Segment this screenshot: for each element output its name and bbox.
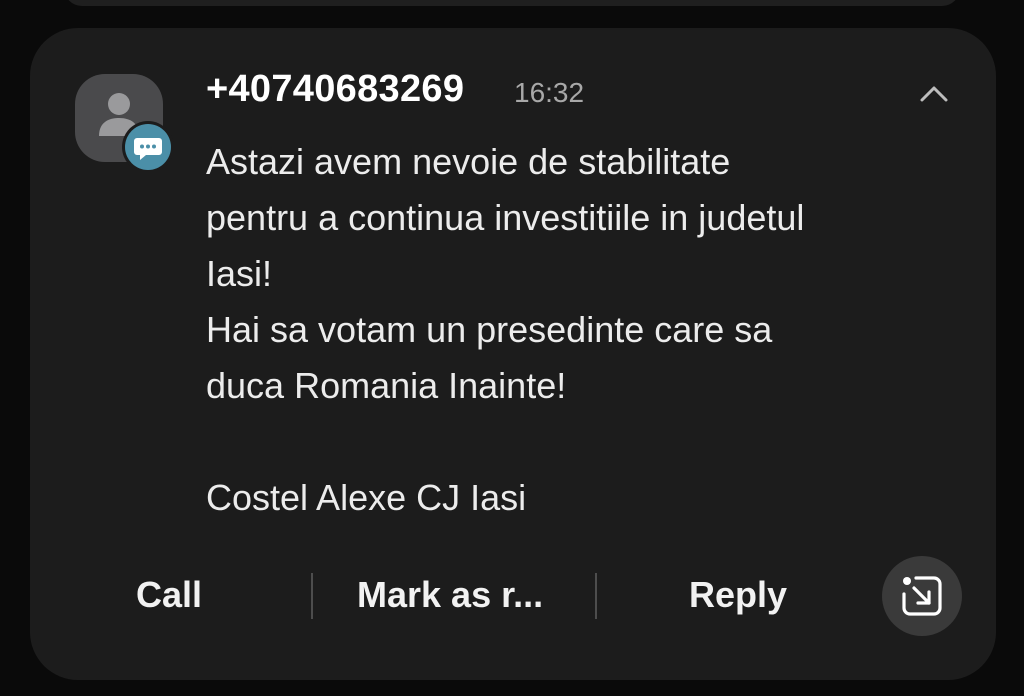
message-body: Astazi avem nevoie de stabilitate pentru…	[206, 134, 926, 526]
message-line: pentru a continua investitiile in judetu…	[206, 197, 805, 238]
action-divider	[311, 573, 313, 619]
open-in-app-icon	[902, 576, 942, 616]
sms-notification-card[interactable]: +40740683269 16:32 Astazi avem nevoie de…	[30, 28, 996, 680]
message-line: Astazi avem nevoie de stabilitate	[206, 141, 731, 182]
message-app-badge	[125, 124, 171, 170]
open-in-app-button[interactable]	[882, 556, 962, 636]
message-line: duca Romania Inainte!	[206, 365, 567, 406]
message-line: Iasi!	[206, 253, 273, 294]
message-signature: Costel Alexe CJ Iasi	[206, 477, 527, 518]
message-timestamp: 16:32	[514, 77, 585, 108]
call-button[interactable]: Call	[136, 574, 202, 616]
message-bubble-icon	[134, 138, 162, 160]
sender-phone-number: +40740683269	[206, 68, 465, 110]
message-line	[206, 414, 926, 470]
chevron-up-icon[interactable]	[914, 74, 954, 110]
previous-notification-card	[64, 0, 960, 6]
mark-as-read-button[interactable]: Mark as r...	[357, 574, 543, 616]
action-divider	[595, 573, 597, 619]
reply-button[interactable]: Reply	[689, 574, 787, 616]
message-line: Hai sa votam un presedinte care sa	[206, 309, 773, 350]
